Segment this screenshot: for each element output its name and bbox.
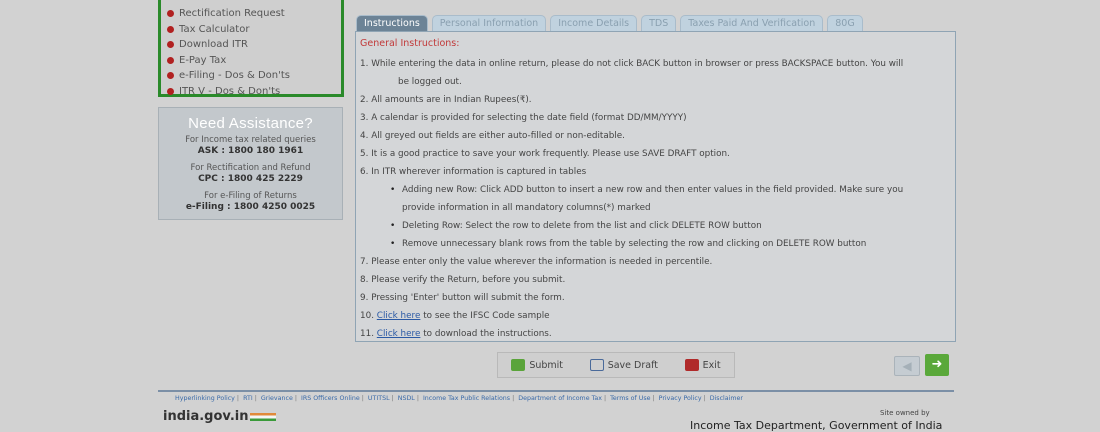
quick-link-itrv-dos[interactable]: ITR V - Dos & Don'ts — [167, 84, 341, 100]
footer-link[interactable]: Hyperlinking Policy — [175, 395, 235, 402]
footer-divider — [158, 390, 954, 392]
cpc-label: For Rectification and Refund — [190, 163, 311, 173]
exit-button[interactable]: Exit — [684, 359, 721, 371]
india-gov-logo[interactable]: india.gov.in — [163, 409, 277, 424]
cpc-number: CPC : 1800 425 2229 — [198, 174, 303, 184]
instruction-item: 3. A calendar is provided for selecting … — [360, 113, 687, 123]
instruction-item: 7. Please enter only the value wherever … — [360, 257, 713, 267]
bullet-icon — [167, 41, 174, 49]
floppy-disk-icon — [589, 359, 604, 371]
bullet-icon: • — [390, 239, 396, 249]
save-draft-button[interactable]: Save Draft — [589, 359, 658, 371]
quick-link-rectification[interactable]: Rectification Request — [167, 6, 341, 22]
bullet-icon — [167, 87, 174, 95]
footer-links: Hyperlinking Policy | RTI | Grievance | IRS… — [175, 395, 743, 402]
instruction-item-11: 11. Click here to download the instructi… — [360, 329, 552, 339]
footer-link[interactable]: NSDL — [398, 395, 415, 402]
download-instructions-link[interactable]: Click here — [377, 329, 421, 339]
instruction-item: 1. While entering the data in online ret… — [360, 59, 904, 69]
quick-link-download-itr[interactable]: Download ITR — [167, 37, 341, 53]
footer-link[interactable]: Income Tax Public Relations — [423, 395, 510, 402]
instruction-subitem: • Adding new Row: Click ADD button to ins… — [360, 181, 955, 199]
footer-link[interactable]: Department of Income Tax — [518, 395, 602, 402]
footer-link[interactable]: IRS Officers Online — [301, 395, 360, 402]
footer-link[interactable]: Grievance — [261, 395, 293, 402]
footer-link[interactable]: UTITSL — [368, 395, 390, 402]
quick-link-efiling-dos[interactable]: e-Filing - Dos & Don'ts — [167, 68, 341, 84]
tab-income-details[interactable]: Income Details — [550, 15, 638, 31]
need-assistance-box: Need Assistance? For Income tax related … — [158, 107, 343, 220]
quick-links-panel: Rectification Request Tax Calculator Dow… — [158, 0, 344, 97]
instruction-subitem: • Remove unnecessary blank rows from the … — [360, 235, 955, 253]
instruction-item: provide information in all mandatory col… — [402, 203, 651, 213]
ifsc-sample-link[interactable]: Click here — [377, 311, 421, 321]
tab-taxes-paid[interactable]: Taxes Paid And Verification — [680, 15, 824, 31]
instruction-subitem: • Deleting Row: Select the row to delete … — [360, 217, 955, 235]
form-tabs: Instructions Personal Information Income… — [356, 15, 867, 31]
check-icon — [511, 359, 526, 371]
bullet-icon — [167, 10, 174, 18]
bullet-icon: • — [390, 221, 396, 231]
instruction-item: be logged out. — [398, 77, 462, 87]
footer-link[interactable]: Privacy Policy — [659, 395, 702, 402]
previous-tab-button[interactable]: ◀ — [894, 356, 920, 376]
quick-link-tax-calculator[interactable]: Tax Calculator — [167, 22, 341, 38]
submit-button[interactable]: Submit — [511, 359, 563, 371]
ask-number: ASK : 1800 180 1961 — [197, 146, 304, 156]
efiling-label: For e-Filing of Returns — [204, 191, 297, 201]
site-owned-by: Site owned by — [880, 409, 930, 417]
tab-personal-information[interactable]: Personal Information — [431, 15, 547, 31]
bullet-icon: • — [390, 185, 396, 195]
instruction-item: 4. All greyed out fields are either auto… — [360, 131, 625, 141]
instruction-item-10: 10. Click here to see the IFSC Code samp… — [360, 311, 550, 321]
tab-tds[interactable]: TDS — [641, 15, 677, 31]
bullet-icon — [167, 72, 174, 80]
department-name: Income Tax Department, Government of Ind… — [690, 419, 943, 432]
close-icon — [684, 359, 699, 371]
instruction-item: 5. It is a good practice to save your wo… — [360, 149, 730, 159]
footer-link[interactable]: Disclaimer — [710, 395, 743, 402]
bullet-icon — [167, 25, 174, 33]
bullet-icon — [167, 56, 174, 64]
tab-80g[interactable]: 80G — [827, 15, 863, 31]
instruction-item: 6. In ITR wherever information is captur… — [360, 167, 587, 177]
footer-link[interactable]: Terms of Use — [610, 395, 650, 402]
instruction-item: 2. All amounts are in Indian Rupees(₹). — [360, 95, 532, 105]
arrow-left-icon: ◀ — [902, 359, 912, 373]
instruction-item: 8. Please verify the Return, before you … — [360, 275, 566, 285]
footer-link[interactable]: RTI — [243, 395, 253, 402]
assistance-title: Need Assistance? — [188, 115, 313, 132]
ask-label: For Income tax related queries — [185, 135, 316, 145]
tab-instructions[interactable]: Instructions — [356, 15, 428, 31]
instructions-heading: General Instructions: — [360, 38, 460, 49]
form-actions: Submit Save Draft Exit — [497, 352, 735, 378]
instructions-panel: General Instructions: 1. While entering … — [355, 31, 956, 342]
arrow-right-icon: ➜ — [931, 357, 943, 372]
quick-link-epay-tax[interactable]: E-Pay Tax — [167, 53, 341, 69]
flag-icon — [250, 412, 277, 421]
efiling-number: e-Filing : 1800 4250 0025 — [185, 202, 316, 212]
next-tab-button[interactable]: ➜ — [925, 354, 949, 376]
instruction-item: 9. Pressing 'Enter' button will submit t… — [360, 293, 565, 303]
